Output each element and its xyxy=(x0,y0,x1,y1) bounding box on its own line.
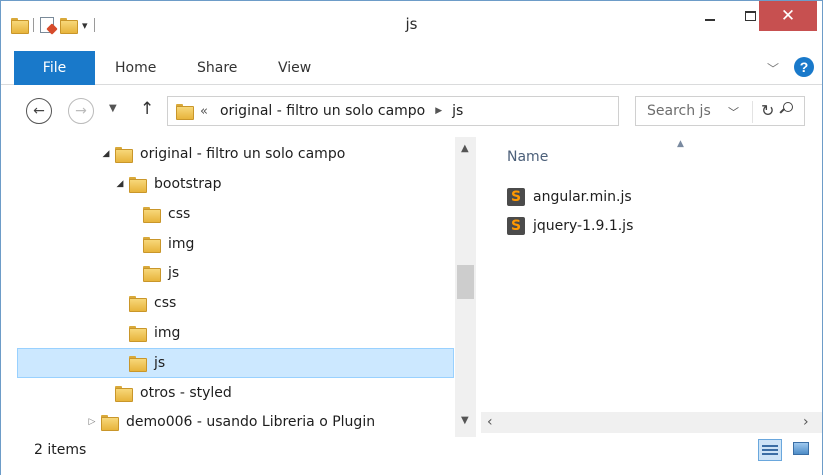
folder-icon xyxy=(143,207,161,223)
tree-item-label: demo006 - usando Libreria o Plugin xyxy=(126,414,376,430)
tree-item[interactable]: css xyxy=(127,201,190,227)
breadcrumb-segment[interactable]: original - filtro un solo campo xyxy=(220,103,425,119)
sublime-text-icon: S xyxy=(507,217,525,235)
status-bar: 2 items xyxy=(1,437,822,475)
search-input[interactable]: Search js xyxy=(635,96,805,126)
tree-item[interactable]: img xyxy=(127,231,194,257)
tree-item-label: img xyxy=(168,236,195,252)
file-list-pane: ▲ Name S angular.min.js S jquery-1.9.1.j… xyxy=(481,137,822,437)
file-item[interactable]: S angular.min.js xyxy=(507,185,632,209)
tree-item-label: js xyxy=(168,265,180,281)
details-view-button[interactable] xyxy=(758,439,782,461)
recent-locations-icon[interactable]: ▼ xyxy=(109,103,117,114)
scroll-down-icon[interactable]: ▼ xyxy=(461,415,469,426)
navigation-bar: ← → ▼ ↑ « original - filtro un solo camp… xyxy=(1,87,822,137)
file-name: jquery-1.9.1.js xyxy=(533,218,634,234)
explorer-window: ▾ js ✕ File Home Share View ﹀ ? ← → ▼ ↑ … xyxy=(0,0,823,475)
tree-item[interactable]: ◢ original - filtro un solo campo xyxy=(99,141,345,167)
tree-vertical-scrollbar[interactable]: ▲ ▼ xyxy=(455,137,476,437)
file-name: angular.min.js xyxy=(533,189,632,205)
tree-item[interactable]: img xyxy=(113,320,180,346)
overflow-chevron-icon[interactable]: « xyxy=(200,104,208,119)
item-count: 2 items xyxy=(34,442,87,458)
file-item[interactable]: S jquery-1.9.1.js xyxy=(507,214,633,238)
address-bar[interactable]: « original - filtro un solo campo ▶ js ﹀… xyxy=(167,96,774,126)
folder-icon xyxy=(101,415,119,431)
large-icons-view-button[interactable] xyxy=(790,439,812,461)
expand-ribbon-icon[interactable]: ﹀ xyxy=(767,60,779,77)
navigation-pane: ◢ original - filtro un solo campo ◢ boot… xyxy=(1,137,476,437)
tree-item-label: otros - styled xyxy=(140,385,232,401)
back-button[interactable]: ← xyxy=(26,98,52,124)
scroll-up-icon[interactable]: ▲ xyxy=(461,143,469,154)
tree-item-label: css xyxy=(168,206,191,222)
sort-ascending-icon: ▲ xyxy=(677,139,684,149)
title-bar: ▾ js ✕ xyxy=(1,1,822,47)
tab-file[interactable]: File xyxy=(14,51,95,85)
scroll-thumb[interactable] xyxy=(457,265,474,299)
folder-icon xyxy=(129,177,147,193)
tree-item[interactable]: ◢ bootstrap xyxy=(113,171,222,197)
expanded-arrow-icon[interactable]: ◢ xyxy=(99,149,113,159)
tree-item[interactable]: otros - styled xyxy=(99,380,232,406)
maximize-icon xyxy=(744,11,756,21)
tree-item-label: css xyxy=(154,295,177,311)
tab-home[interactable]: Home xyxy=(115,60,156,76)
close-button[interactable]: ✕ xyxy=(759,1,817,31)
tree-item[interactable]: js xyxy=(127,260,179,286)
close-icon: ✕ xyxy=(780,6,796,26)
folder-icon xyxy=(129,326,147,342)
tree-item-label: bootstrap xyxy=(154,176,222,192)
folder-icon xyxy=(176,104,194,120)
folder-icon xyxy=(143,266,161,282)
expanded-arrow-icon[interactable]: ◢ xyxy=(113,179,127,189)
folder-icon xyxy=(115,147,133,163)
tree-item[interactable]: ▷ demo006 - usando Libreria o Plugin xyxy=(85,409,375,435)
breadcrumb-segment[interactable]: js xyxy=(452,103,463,119)
tree-selection-highlight xyxy=(17,348,454,378)
breadcrumb-arrow-icon[interactable]: ▶ xyxy=(435,106,442,116)
search-placeholder: Search js xyxy=(647,103,711,119)
collapsed-arrow-icon[interactable]: ▷ xyxy=(85,417,99,427)
folder-icon xyxy=(143,237,161,253)
folder-icon xyxy=(129,296,147,312)
search-icon[interactable] xyxy=(779,102,793,116)
file-horizontal-scrollbar[interactable]: ‹ › xyxy=(481,412,822,433)
column-header-name[interactable]: Name xyxy=(507,149,548,165)
scroll-right-icon[interactable]: › xyxy=(803,414,809,430)
minimize-icon xyxy=(705,19,715,21)
large-icons-icon xyxy=(793,442,809,455)
forward-button[interactable]: → xyxy=(68,98,94,124)
folder-icon xyxy=(115,386,133,402)
tab-view[interactable]: View xyxy=(278,60,311,76)
tree-item[interactable]: css xyxy=(113,290,176,316)
tree-item-selected[interactable]: js xyxy=(113,350,165,376)
tab-share[interactable]: Share xyxy=(197,60,237,76)
scroll-left-icon[interactable]: ‹ xyxy=(487,414,493,430)
ribbon-tabs: File Home Share View ﹀ ? xyxy=(1,51,822,85)
up-button[interactable]: ↑ xyxy=(140,99,154,119)
sublime-text-icon: S xyxy=(507,188,525,206)
tree-item-label: js xyxy=(154,355,166,371)
help-icon[interactable]: ? xyxy=(794,57,814,77)
tree-item-label: original - filtro un solo campo xyxy=(140,146,346,162)
tree-item-label: img xyxy=(154,325,181,341)
folder-icon xyxy=(129,356,147,372)
